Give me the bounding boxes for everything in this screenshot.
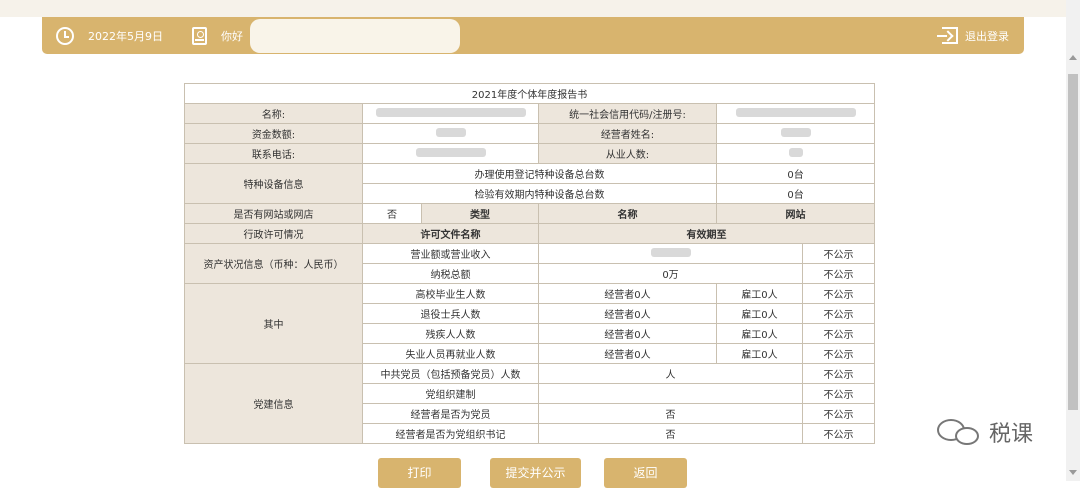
phone-value xyxy=(362,143,539,164)
party-org-label: 党组织建制 xyxy=(362,383,539,404)
scroll-down-arrow-icon[interactable] xyxy=(1069,470,1077,475)
logout-button[interactable]: 退出登录 xyxy=(937,17,1009,54)
annual-report-table: 2021年度个体年度报告书 名称: 统一社会信用代码/注册号: 资金数额: 经营… xyxy=(183,83,876,444)
vertical-scrollbar[interactable] xyxy=(1066,0,1080,481)
current-date: 2022年5月9日 xyxy=(88,29,163,43)
operator-name-value xyxy=(715,123,876,144)
redacted-user-name xyxy=(250,19,460,53)
website-value: 否 xyxy=(362,203,422,224)
graduates-public-status: 不公示 xyxy=(801,283,876,304)
party-label: 党建信息 xyxy=(184,363,363,444)
date-area: 2022年5月9日 xyxy=(56,17,163,54)
operator-party-value: 否 xyxy=(538,403,803,424)
greeting: 你好 xyxy=(221,29,243,43)
tax-public-status: 不公示 xyxy=(801,263,876,284)
veterans-operator: 经营者0人 xyxy=(538,303,717,324)
print-button[interactable]: 打印 xyxy=(378,458,461,488)
revenue-value xyxy=(538,243,803,264)
party-members-label: 中共党员（包括预备党员）人数 xyxy=(362,363,539,384)
valid-inspection-label: 检验有效期内特种设备总台数 xyxy=(362,183,717,204)
revenue-public-status: 不公示 xyxy=(801,243,876,264)
party-org-public-status: 不公示 xyxy=(801,383,876,404)
veterans-label: 退役士兵人数 xyxy=(362,303,539,324)
veterans-public-status: 不公示 xyxy=(801,303,876,324)
wechat-icon xyxy=(937,417,983,447)
logout-icon xyxy=(937,27,958,44)
clock-icon xyxy=(56,26,74,45)
name-value xyxy=(362,103,539,124)
col-name-header: 名称 xyxy=(538,203,717,224)
watermark: 税课 xyxy=(937,416,1033,448)
disabled-employee: 雇工0人 xyxy=(716,323,803,344)
watermark-text: 税课 xyxy=(989,422,1034,447)
user-icon xyxy=(192,26,207,45)
credit-code-label: 统一社会信用代码/注册号: xyxy=(538,103,717,124)
assets-label: 资产状况信息（币种：人民币） xyxy=(184,243,363,284)
reemployed-label: 失业人员再就业人数 xyxy=(362,343,539,364)
party-org-value xyxy=(538,383,803,404)
scroll-up-arrow-icon[interactable] xyxy=(1069,55,1077,60)
registered-equipment-label: 办理使用登记特种设备总台数 xyxy=(362,163,717,184)
employees-value xyxy=(715,143,876,164)
reemployed-operator: 经营者0人 xyxy=(538,343,717,364)
tax-label: 纳税总额 xyxy=(362,263,539,284)
user-area: 你好 xyxy=(192,17,249,54)
license-label: 行政许可情况 xyxy=(184,223,363,244)
revenue-label: 营业额或营业收入 xyxy=(362,243,539,264)
disabled-label: 残疾人人数 xyxy=(362,323,539,344)
operator-name-label: 经营者姓名: xyxy=(538,123,717,144)
graduates-operator: 经营者0人 xyxy=(538,283,717,304)
special-equipment-label: 特种设备信息 xyxy=(184,163,363,204)
col-license-file-header: 许可文件名称 xyxy=(362,223,539,244)
report-title: 2021年度个体年度报告书 xyxy=(183,83,876,104)
back-button[interactable]: 返回 xyxy=(604,458,687,488)
graduates-employee: 雇工0人 xyxy=(716,283,803,304)
col-valid-until-header: 有效期至 xyxy=(537,223,876,244)
col-site-header: 网站 xyxy=(715,203,876,224)
capital-value xyxy=(362,123,539,144)
valid-inspection-value: 0台 xyxy=(715,183,876,204)
registered-equipment-value: 0台 xyxy=(715,163,876,184)
disabled-public-status: 不公示 xyxy=(801,323,876,344)
operator-secretary-public-status: 不公示 xyxy=(801,423,876,444)
scroll-thumb[interactable] xyxy=(1068,74,1078,410)
submit-publish-button[interactable]: 提交并公示 xyxy=(490,458,581,488)
name-label: 名称: xyxy=(184,103,363,124)
credit-code-value xyxy=(715,103,876,124)
disabled-operator: 经营者0人 xyxy=(538,323,717,344)
party-members-value: 人 xyxy=(538,363,803,384)
reemployed-employee: 雇工0人 xyxy=(716,343,803,364)
website-label: 是否有网站或网店 xyxy=(184,203,363,224)
capital-label: 资金数额: xyxy=(184,123,363,144)
operator-secretary-value: 否 xyxy=(538,423,803,444)
top-strip xyxy=(0,0,1080,17)
col-type-header: 类型 xyxy=(421,203,539,224)
among-label: 其中 xyxy=(184,283,363,364)
veterans-employee: 雇工0人 xyxy=(716,303,803,324)
operator-party-public-status: 不公示 xyxy=(801,403,876,424)
logout-label: 退出登录 xyxy=(965,29,1009,43)
header-bar: 2022年5月9日 你好 退出登录 xyxy=(42,17,1024,54)
operator-party-label: 经营者是否为党员 xyxy=(362,403,539,424)
employees-label: 从业人数: xyxy=(538,143,717,164)
tax-value: 0万 xyxy=(538,263,803,284)
phone-label: 联系电话: xyxy=(184,143,363,164)
operator-secretary-label: 经营者是否为党组织书记 xyxy=(362,423,539,444)
party-members-public-status: 不公示 xyxy=(801,363,876,384)
graduates-label: 高校毕业生人数 xyxy=(362,283,539,304)
reemployed-public-status: 不公示 xyxy=(801,343,876,364)
